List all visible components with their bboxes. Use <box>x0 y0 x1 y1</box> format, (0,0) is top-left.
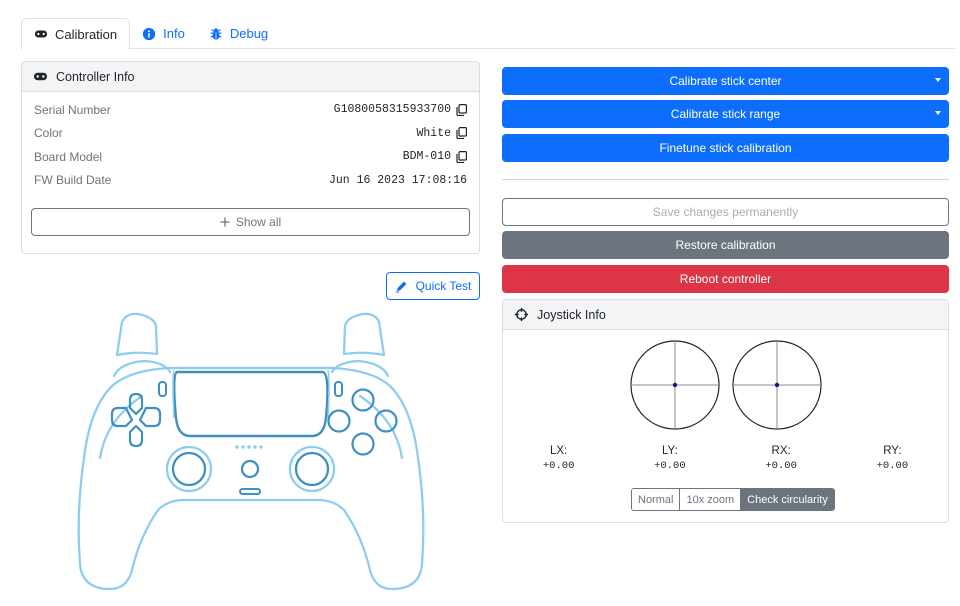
dpad-down <box>128 424 144 448</box>
show-all-label: Show all <box>235 215 282 229</box>
finetune-button[interactable]: Finetune stick calibration <box>502 134 949 162</box>
calibrate-range-button[interactable]: Calibrate stick range <box>502 100 949 128</box>
info-value: BDM-010 <box>402 150 451 164</box>
info-label: Serial Number <box>34 102 111 117</box>
axis-name: RX: <box>771 445 791 457</box>
axis-value: +0.00 <box>654 460 686 472</box>
touchpad <box>173 370 329 438</box>
restore-calibration-button[interactable]: Restore calibration <box>502 231 949 259</box>
left-trigger <box>115 312 159 357</box>
calibrate-center-label: Calibrate stick center <box>669 74 782 88</box>
ps-button <box>240 459 260 479</box>
right-stick-plot <box>732 340 822 430</box>
left-stick <box>171 451 207 487</box>
dpad-right <box>138 406 162 428</box>
chevron-down-icon[interactable] <box>935 111 941 115</box>
axis-name: LY: <box>661 445 678 457</box>
controller-info-header: Controller Info <box>22 62 479 92</box>
mode-check-circularity-button[interactable]: Check circularity <box>741 489 834 510</box>
card-title: Joystick Info <box>537 307 606 322</box>
info-value: G1080058315933700 <box>333 103 451 117</box>
tab-label: Calibration <box>55 26 118 42</box>
calibrate-center-button[interactable]: Calibrate stick center <box>502 67 949 95</box>
save-changes-label: Save changes permanently <box>652 205 799 219</box>
restore-calibration-label: Restore calibration <box>675 238 776 252</box>
tab-calibration[interactable]: Calibration <box>21 18 131 50</box>
tab-bar: Calibration Info Debug <box>21 18 955 50</box>
controller-info-card: Controller Info Serial Number G108005831… <box>21 61 480 254</box>
info-label: Color <box>34 126 63 141</box>
options-button <box>334 381 343 397</box>
axis-rx: RX: +0.00 <box>726 445 837 472</box>
axis-lx: LX: +0.00 <box>503 445 614 472</box>
right-trigger <box>342 312 386 357</box>
joystick-info-header: Joystick Info <box>503 300 948 330</box>
joystick-visualizer <box>630 340 822 430</box>
axis-readouts: LX: +0.00 LY: +0.00 RX: +0.00 RY: +0.00 <box>503 445 948 472</box>
copy-icon[interactable] <box>456 127 467 140</box>
finetune-label: Finetune stick calibration <box>659 141 792 155</box>
body-inner-contour <box>98 394 404 460</box>
tab-debug[interactable]: Debug <box>197 18 280 49</box>
show-all-button[interactable]: Show all <box>31 208 470 236</box>
calibrate-range-label: Calibrate stick range <box>670 107 781 121</box>
button-square <box>327 409 351 433</box>
left-stick-position-dot <box>672 382 678 388</box>
info-row-serial: Serial Number G1080058315933700 <box>34 98 467 122</box>
right-stick <box>294 451 330 487</box>
left-stick-plot <box>630 340 720 430</box>
pencil-icon <box>395 281 406 292</box>
plus-icon <box>220 217 230 227</box>
axis-value: +0.00 <box>765 460 797 472</box>
mode-normal-button[interactable]: Normal <box>632 489 681 510</box>
tab-info[interactable]: Info <box>130 18 197 49</box>
quick-test-button[interactable]: Quick Test <box>386 272 480 300</box>
info-circle-icon <box>143 27 156 40</box>
card-title: Controller Info <box>56 69 135 84</box>
crosshair-icon <box>514 307 529 322</box>
gamepad-icon <box>33 72 48 81</box>
joystick-info-card: Joystick Info LX: +0.00 LY: +0.00 RX: +0… <box>502 299 949 523</box>
mode-10x-zoom-button[interactable]: 10x zoom <box>680 489 742 510</box>
info-value: Jun 16 2023 17:08:16 <box>328 173 467 187</box>
bug-icon <box>210 27 222 40</box>
axis-name: RY: <box>883 445 902 457</box>
right-stick-position-dot <box>774 382 780 388</box>
button-cross <box>351 432 375 456</box>
reboot-controller-button[interactable]: Reboot controller <box>502 265 949 293</box>
info-label: FW Build Date <box>34 173 112 188</box>
axis-ly: LY: +0.00 <box>614 445 725 472</box>
save-changes-button[interactable]: Save changes permanently <box>502 198 949 226</box>
copy-icon[interactable] <box>456 150 467 163</box>
copy-icon[interactable] <box>456 103 467 116</box>
info-row-color: Color White <box>34 122 467 146</box>
axis-value: +0.00 <box>876 460 909 472</box>
info-row-board-model: Board Model BDM-010 <box>34 145 467 169</box>
view-mode-group: Normal 10x zoom Check circularity <box>631 488 835 511</box>
info-label: Board Model <box>34 149 103 164</box>
axis-value: +0.00 <box>542 460 575 472</box>
info-value: White <box>416 126 451 140</box>
controller-illustration <box>77 312 425 591</box>
gamepad-icon <box>34 30 48 38</box>
mute-button <box>239 488 261 495</box>
quick-test-label: Quick Test <box>415 279 472 293</box>
create-button <box>158 381 167 397</box>
divider <box>502 179 949 180</box>
reboot-controller-label: Reboot controller <box>679 272 772 286</box>
button-triangle <box>351 388 375 412</box>
tab-label: Debug <box>229 26 269 41</box>
axis-ry: RY: +0.00 <box>837 445 948 472</box>
axis-name: LX: <box>549 445 568 457</box>
chevron-down-icon[interactable] <box>935 78 941 82</box>
info-row-fw-build-date: FW Build Date Jun 16 2023 17:08:16 <box>34 169 467 193</box>
tab-label: Info <box>163 26 185 41</box>
